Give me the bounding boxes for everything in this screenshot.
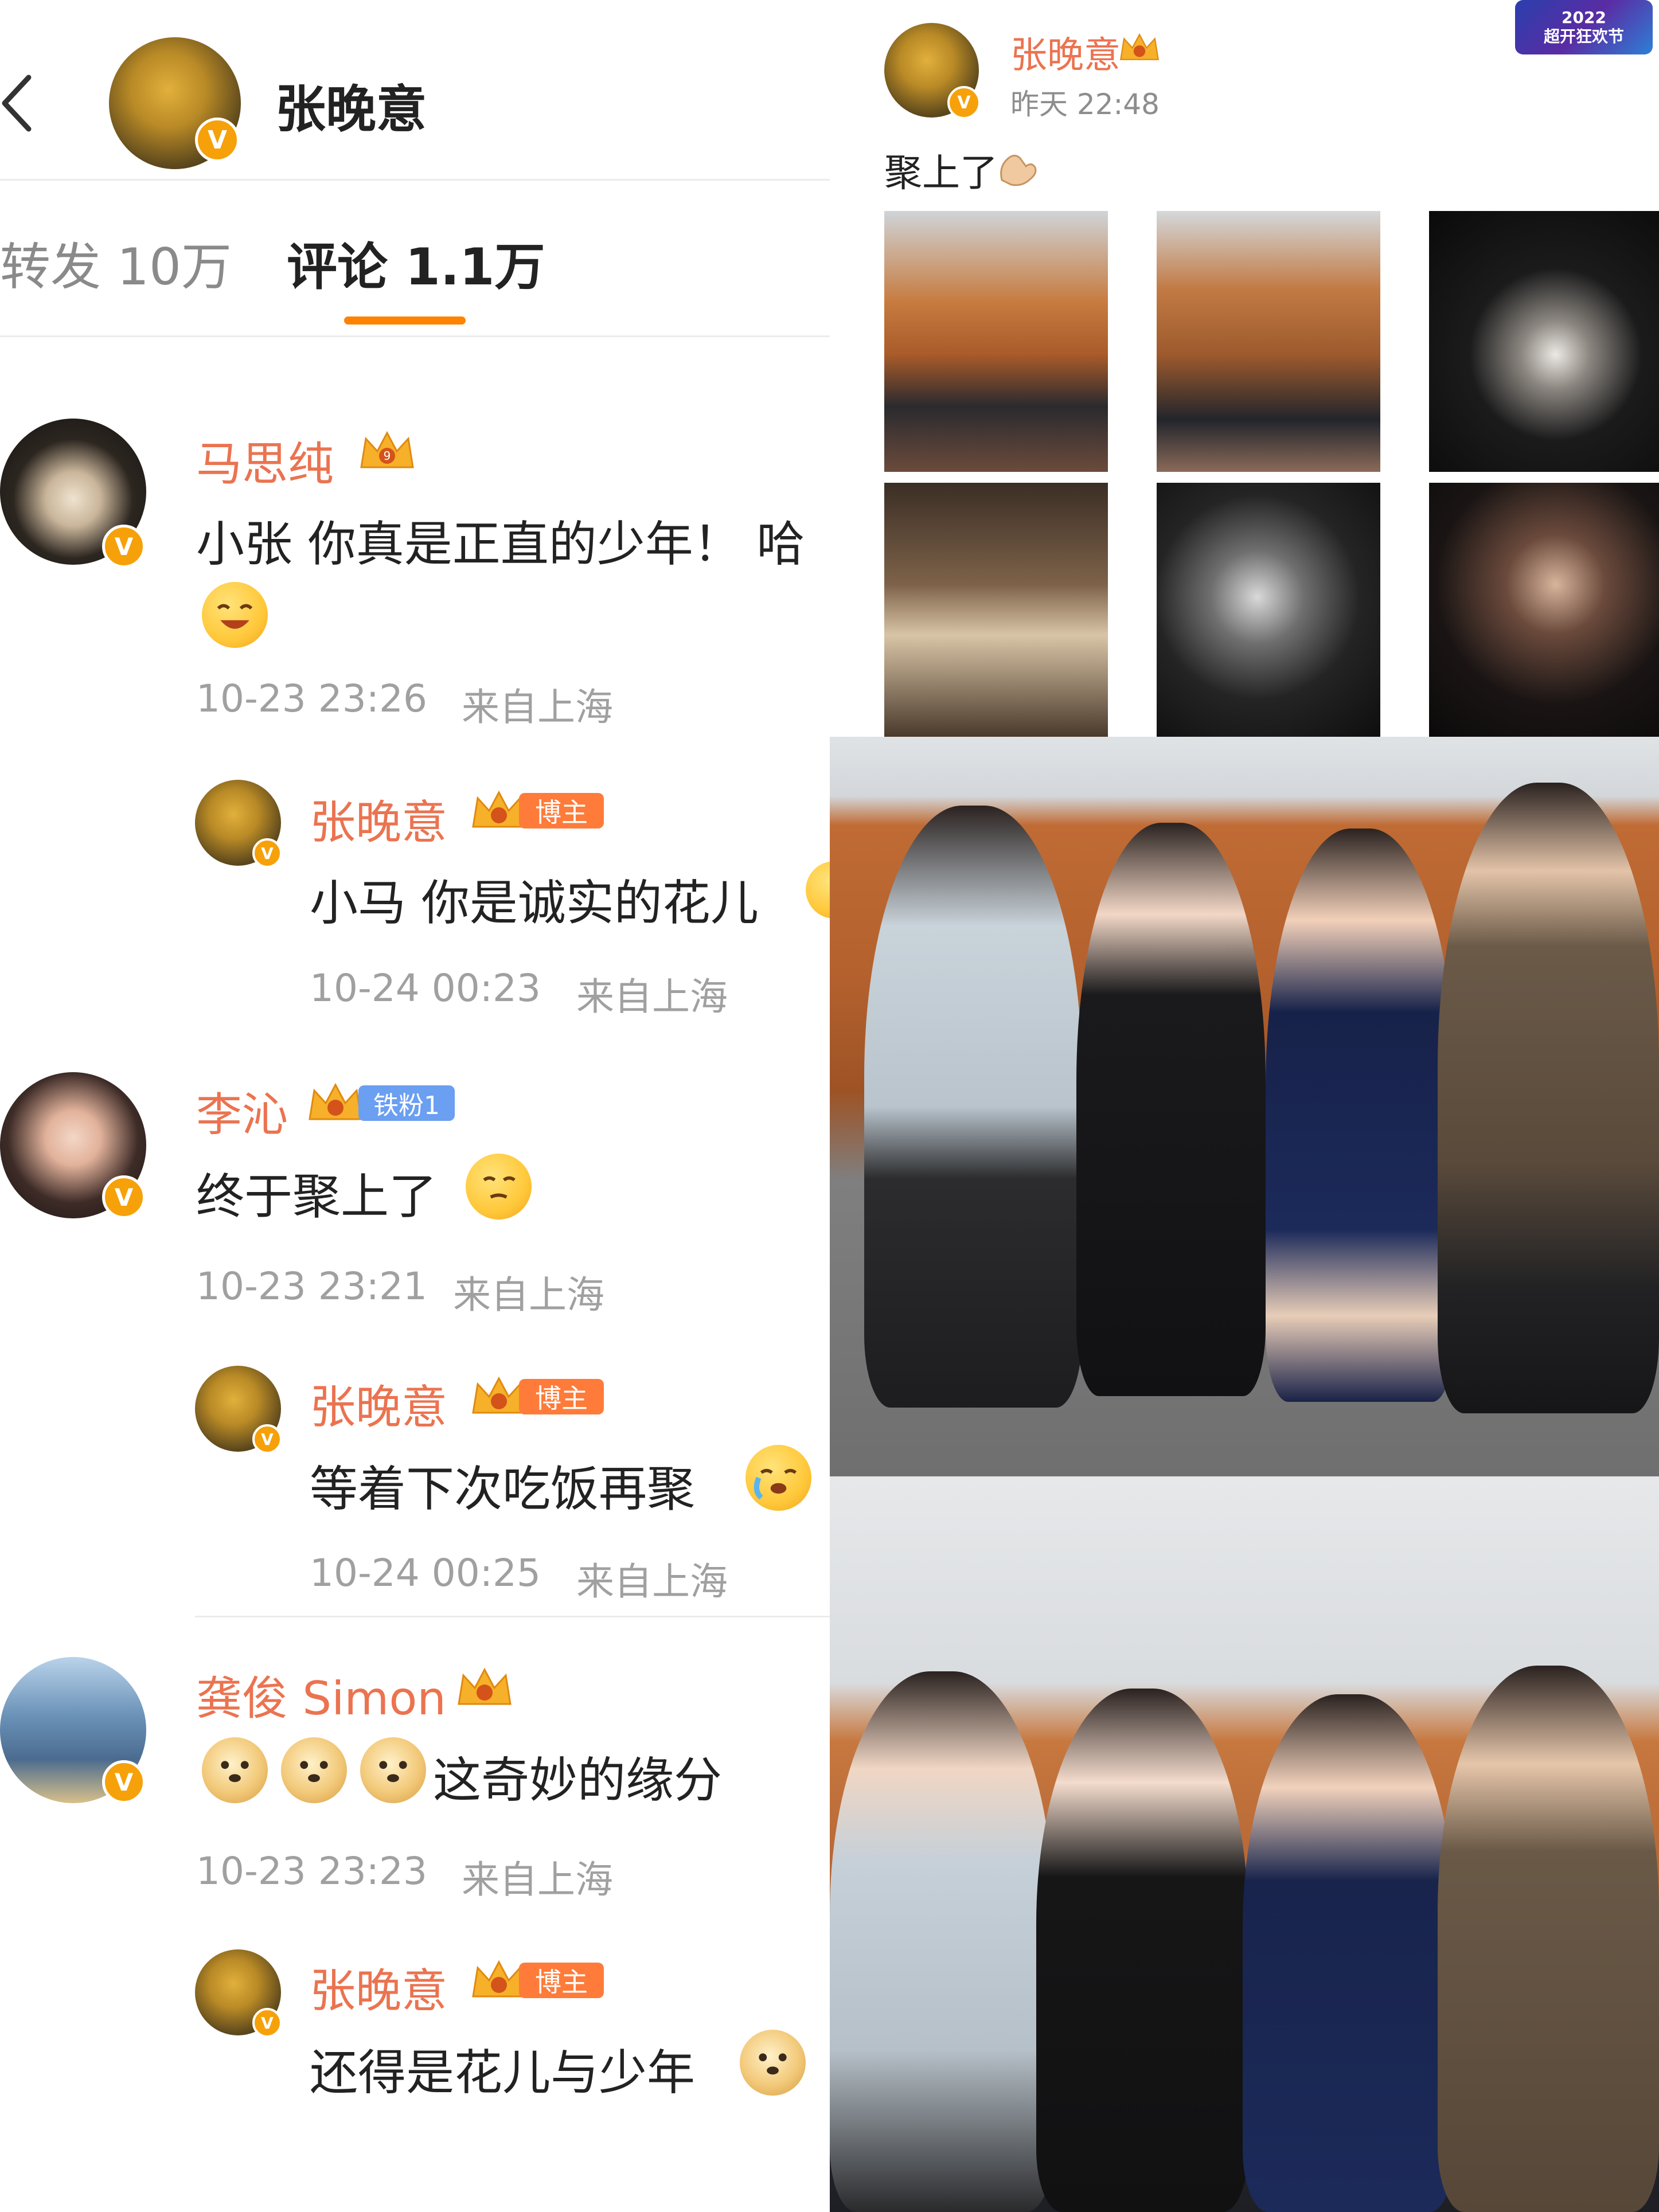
tab-comments[interactable]: 评论 1.1万 [287, 226, 545, 299]
verified-badge-icon: V [947, 86, 981, 119]
photo-thumbnail[interactable] [1429, 483, 1659, 737]
crown-icon [309, 1082, 362, 1120]
reply-username[interactable]: 张晚意 [310, 1370, 447, 1437]
post-panel: V 张晚意 昨天 22:48 2022 超开狂欢节 聚上了 [830, 0, 1659, 2212]
tab-repost[interactable]: 转发 10万 [0, 226, 232, 299]
event-banner[interactable]: 2022 超开狂欢节 [1515, 0, 1653, 54]
comment-username[interactable]: 龚俊 Simon [196, 1662, 446, 1728]
pinched-hand-icon [1000, 154, 1037, 186]
verified-badge-icon: V [252, 838, 282, 868]
comment-location: 来自上海 [462, 1858, 613, 1902]
reply-location: 来自上海 [576, 975, 728, 1019]
post-text: 聚上了 [884, 151, 998, 195]
svg-text:9: 9 [384, 449, 391, 463]
tabs-divider [0, 335, 830, 337]
comment-location: 来自上海 [453, 1273, 604, 1317]
verified-badge-icon: V [252, 1424, 282, 1454]
crown-icon [458, 1667, 512, 1705]
reply-location: 来自上海 [576, 1560, 728, 1604]
blogger-badge: 博主 [519, 793, 604, 828]
person-figure [1266, 828, 1455, 1402]
comment-username[interactable]: 李沁 [196, 1078, 288, 1144]
back-arrow-icon[interactable] [0, 75, 34, 132]
reply-time: 10-24 00:25 [310, 1551, 541, 1595]
active-tab-indicator [344, 316, 466, 325]
thinking-emoji-icon [466, 1154, 532, 1220]
comment-text: 这奇妙的缘分 [433, 1752, 723, 1808]
person-figure [1076, 823, 1266, 1396]
reply-text: 还得是花儿与少年 [310, 2045, 696, 2101]
doge-emoji-icon [360, 1737, 426, 1803]
person-figure [1438, 783, 1659, 1413]
crying-emoji-icon [745, 1445, 811, 1511]
crown-icon: 9 [360, 431, 414, 468]
comment-text: 小张 你真是正直的少年！ 哈 [196, 516, 805, 572]
comment-divider [195, 1616, 830, 1617]
photo-thumbnail[interactable] [884, 483, 1108, 737]
reply-username[interactable]: 张晚意 [310, 785, 447, 852]
post-username[interactable]: 张晚意 [1010, 26, 1121, 79]
photo-thumbnail[interactable] [1429, 211, 1659, 472]
person-figure [1438, 1666, 1659, 2212]
photo-thumbnail[interactable] [884, 211, 1108, 472]
group-photo[interactable] [830, 1476, 1659, 2212]
reply-username[interactable]: 张晚意 [310, 1954, 447, 2020]
doge-emoji-icon [281, 1737, 347, 1803]
laughing-emoji-icon [202, 582, 268, 648]
comment-time: 10-23 23:26 [196, 677, 427, 721]
verified-badge-icon: V [195, 118, 240, 162]
comment-location: 来自上海 [462, 685, 613, 729]
blogger-badge: 博主 [519, 1379, 604, 1414]
event-banner-title: 超开狂欢节 [1543, 26, 1624, 46]
person-figure [1036, 1689, 1248, 2212]
comment-time: 10-23 23:23 [196, 1849, 427, 1893]
post-time: 昨天 22:48 [1010, 88, 1160, 121]
doge-emoji-icon [202, 1737, 268, 1803]
crown-icon [1119, 33, 1160, 60]
comment-username[interactable]: 马思纯 [196, 427, 334, 494]
verified-badge-icon: V [102, 525, 146, 568]
person-figure [1243, 1694, 1455, 2212]
reply-text: 等着下次吃饭再聚 [310, 1461, 696, 1517]
comment-panel: V 张晚意 转发 10万 评论 1.1万 V 马思纯 9 小张 你真是正直的少年… [0, 0, 830, 2212]
reply-text: 小马 你是诚实的花儿 [310, 875, 759, 931]
photo-thumbnail[interactable] [1157, 483, 1380, 737]
event-banner-year: 2022 [1562, 8, 1606, 28]
comment-time: 10-23 23:21 [196, 1264, 427, 1308]
emoji-icon [806, 861, 830, 919]
comment-text: 终于聚上了 [196, 1168, 438, 1225]
verified-badge-icon: V [102, 1760, 146, 1804]
person-figure [864, 806, 1082, 1408]
header-divider [0, 179, 830, 181]
reply-time: 10-24 00:23 [310, 966, 541, 1010]
header-username: 张晚意 [275, 80, 427, 139]
doge-emoji-icon [740, 2030, 806, 2096]
photo-thumbnail[interactable] [1157, 211, 1380, 472]
person-figure [830, 1671, 1053, 2212]
verified-badge-icon: V [102, 1175, 146, 1219]
verified-badge-icon: V [252, 2008, 282, 2038]
group-photo[interactable] [830, 737, 1659, 1476]
iron-fan-badge: 铁粉1 [358, 1085, 455, 1121]
blogger-badge: 博主 [519, 1963, 604, 1998]
